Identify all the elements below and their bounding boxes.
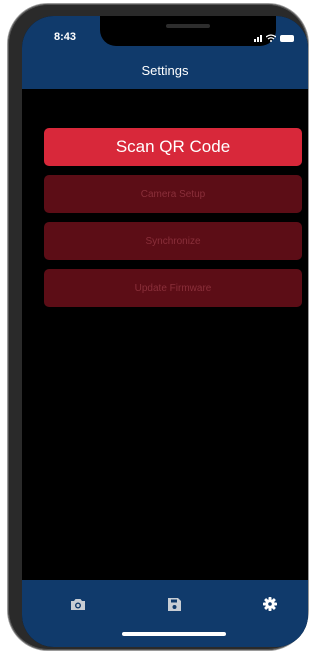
tab-camera[interactable] xyxy=(68,594,88,614)
signal-icon xyxy=(254,34,262,42)
status-time: 8:43 xyxy=(54,31,77,43)
settings-menu: Scan QR Code Camera Setup Synchronize Up… xyxy=(44,128,302,316)
synchronize-button[interactable]: Synchronize xyxy=(44,222,302,260)
phone-frame: 8:43 Settings Scan QR Code Camera Setup xyxy=(8,4,308,650)
save-icon xyxy=(167,597,181,611)
tab-bar xyxy=(22,580,308,647)
gear-icon xyxy=(263,597,277,611)
battery-icon xyxy=(280,35,294,42)
home-indicator[interactable] xyxy=(122,632,226,636)
device-notch xyxy=(100,16,276,46)
camera-setup-button[interactable]: Camera Setup xyxy=(44,175,302,213)
camera-icon xyxy=(71,599,85,610)
scan-qr-code-button[interactable]: Scan QR Code xyxy=(44,128,302,166)
header-bar: 8:43 Settings xyxy=(22,16,308,89)
page-title: Settings xyxy=(141,63,189,78)
tab-save[interactable] xyxy=(164,594,184,614)
wifi-icon xyxy=(266,34,276,42)
speaker-grille xyxy=(166,24,210,28)
update-firmware-button[interactable]: Update Firmware xyxy=(44,269,302,307)
app-screen: 8:43 Settings Scan QR Code Camera Setup xyxy=(22,16,308,647)
tab-settings[interactable] xyxy=(260,594,280,614)
status-icons xyxy=(254,32,294,42)
